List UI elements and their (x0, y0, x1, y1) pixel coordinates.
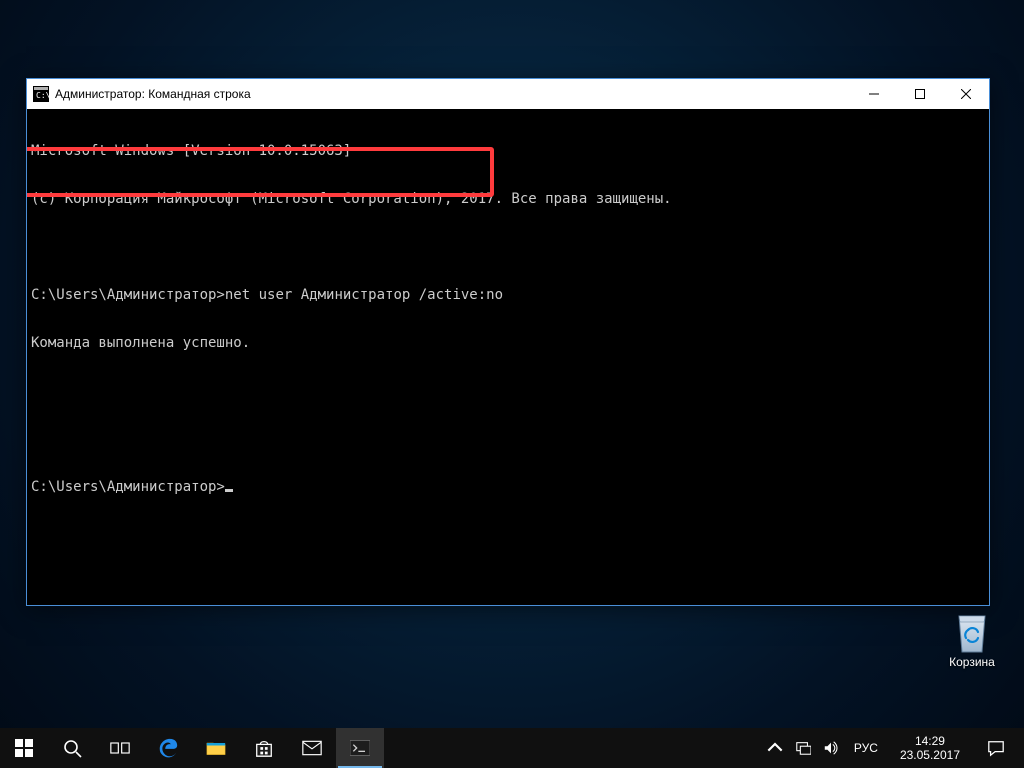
taskbar-left (0, 728, 384, 768)
cmd-taskbar-button[interactable] (336, 728, 384, 768)
cmd-window: C:\ Администратор: Командная строка Micr… (26, 78, 990, 606)
search-icon (62, 738, 82, 758)
terminal-blank (31, 431, 985, 447)
prompt: C:\Users\Администратор> (31, 479, 225, 495)
recycle-bin-desktop-icon[interactable]: Корзина (934, 608, 1010, 669)
network-icon (795, 740, 811, 756)
tray-overflow-button[interactable] (766, 728, 784, 768)
show-desktop-button[interactable] (1018, 728, 1024, 768)
cursor (225, 489, 233, 492)
mail-button[interactable] (288, 728, 336, 768)
file-explorer-button[interactable] (192, 728, 240, 768)
search-button[interactable] (48, 728, 96, 768)
mail-icon (302, 738, 322, 758)
terminal-line: (c) Корпорация Майкрософт (Microsoft Cor… (31, 191, 985, 207)
terminal-blank (31, 239, 985, 255)
volume-button[interactable] (822, 728, 840, 768)
clock-date: 23.05.2017 (900, 748, 960, 762)
store-button[interactable] (240, 728, 288, 768)
speaker-icon (823, 740, 839, 756)
clock-button[interactable]: 14:29 23.05.2017 (892, 734, 968, 762)
notification-icon (987, 739, 1005, 757)
terminal-blank (31, 383, 985, 399)
recycle-bin-icon (951, 608, 993, 654)
terminal-line: Команда выполнена успешно. (31, 335, 985, 351)
task-view-icon (110, 738, 130, 758)
task-view-button[interactable] (96, 728, 144, 768)
terminal-icon (350, 738, 370, 758)
start-button[interactable] (0, 728, 48, 768)
language-label: РУС (854, 741, 878, 755)
svg-text:C:\: C:\ (36, 91, 49, 100)
windows-logo-icon (14, 738, 34, 758)
prompt: C:\Users\Администратор> (31, 287, 225, 303)
terminal-area[interactable]: Microsoft Windows [Version 10.0.15063] (… (27, 109, 989, 605)
terminal-line: C:\Users\Администратор> (31, 479, 985, 495)
cmd-icon: C:\ (33, 86, 49, 102)
window-title: Администратор: Командная строка (55, 87, 851, 101)
taskbar-spacer (384, 728, 762, 768)
taskbar: РУС 14:29 23.05.2017 (0, 728, 1024, 768)
chevron-up-icon (767, 740, 783, 756)
network-button[interactable] (794, 728, 812, 768)
clock-time: 14:29 (900, 734, 960, 748)
language-indicator[interactable]: РУС (850, 741, 882, 755)
titlebar[interactable]: C:\ Администратор: Командная строка (27, 79, 989, 109)
terminal-line: C:\Users\Администратор>net user Админист… (31, 287, 985, 303)
maximize-button[interactable] (897, 79, 943, 109)
close-button[interactable] (943, 79, 989, 109)
command-text: net user Администратор /active:no (225, 287, 503, 303)
folder-icon (206, 738, 226, 758)
terminal-line: Microsoft Windows [Version 10.0.15063] (31, 143, 985, 159)
action-center-button[interactable] (974, 728, 1018, 768)
recycle-bin-label: Корзина (934, 655, 1010, 669)
system-tray: РУС 14:29 23.05.2017 (762, 728, 974, 768)
minimize-button[interactable] (851, 79, 897, 109)
store-icon (254, 738, 274, 758)
edge-icon (157, 737, 179, 759)
edge-button[interactable] (144, 728, 192, 768)
